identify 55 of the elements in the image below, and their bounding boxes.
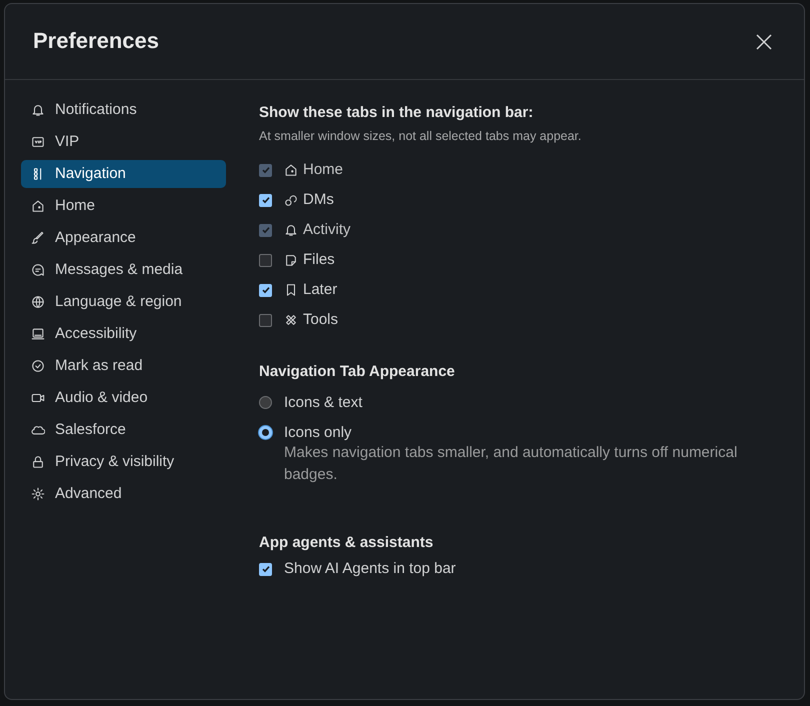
checkbox[interactable] — [259, 284, 272, 297]
checkbox-label: Home — [303, 160, 344, 180]
section-heading: App agents & assistants — [259, 532, 434, 553]
bookmark-icon — [284, 283, 298, 298]
radio-label: Icons & text — [284, 392, 362, 412]
checkbox[interactable] — [259, 562, 272, 576]
sidebar-item[interactable]: Appearance — [21, 224, 226, 252]
check-icon — [260, 564, 270, 574]
sidebar-item[interactable]: Language & region — [21, 288, 226, 316]
sidebar-item[interactable]: Mark as read — [21, 352, 226, 380]
checkbox-label: DMs — [303, 190, 334, 210]
checkbox-label: Tools — [303, 310, 338, 330]
sidebar-item[interactable]: Messages & media — [21, 256, 226, 284]
bell-icon — [31, 103, 45, 117]
bell-icon — [284, 223, 298, 238]
checkbox[interactable] — [259, 194, 272, 207]
checkbox[interactable] — [259, 254, 272, 267]
dialog-title: Preferences — [33, 28, 159, 55]
checkbox[interactable] — [259, 314, 272, 327]
section-heading: Navigation Tab Appearance — [259, 362, 456, 382]
sidebar-item[interactable]: VIP — [21, 128, 226, 156]
vip-tag-icon — [31, 135, 45, 149]
check-icon — [260, 285, 270, 296]
sidebar-item[interactable]: Salesforce — [21, 416, 226, 444]
radio-button[interactable] — [259, 396, 272, 410]
paintbrush-icon — [31, 231, 45, 245]
tools-icon — [284, 313, 298, 328]
cloud-icon — [31, 423, 45, 437]
message-icon — [31, 263, 45, 277]
sidebar-item[interactable]: Audio & video — [21, 384, 226, 412]
option-description: Makes navigation tabs smaller, and automatically turns off numerical badges. — [284, 442, 738, 485]
sidebar-item[interactable]: Navigation — [21, 160, 226, 188]
check-icon — [260, 195, 270, 206]
radio-button[interactable] — [259, 426, 272, 440]
video-camera-icon — [31, 391, 45, 405]
sidebar-item[interactable]: Accessibility — [21, 320, 226, 348]
checkbox-label: Files — [303, 250, 335, 270]
checkbox-label: Later — [303, 280, 338, 300]
section-heading: Show these tabs in the navigation bar: — [259, 103, 534, 123]
checkbox-label: Activity — [303, 220, 351, 240]
sidebar-item[interactable]: Home — [21, 192, 226, 220]
home-icon — [284, 163, 298, 178]
home-icon — [31, 199, 45, 213]
globe-icon — [31, 295, 45, 309]
files-icon — [284, 253, 298, 268]
radio-label: Icons only — [284, 422, 352, 442]
lock-icon — [31, 455, 45, 469]
chat-bubbles-icon — [284, 193, 298, 208]
laptop-icon — [31, 327, 45, 341]
hint-text: At smaller window sizes, not all selected tabs may appear. — [259, 128, 582, 145]
check-circle-icon — [31, 359, 45, 373]
sidebar-item[interactable]: Notifications — [21, 96, 226, 124]
sidebar-item[interactable]: Privacy & visibility — [21, 448, 226, 476]
sidebar-item[interactable]: Advanced — [21, 480, 226, 508]
checkbox-label: Show AI Agents in top bar — [284, 559, 456, 579]
